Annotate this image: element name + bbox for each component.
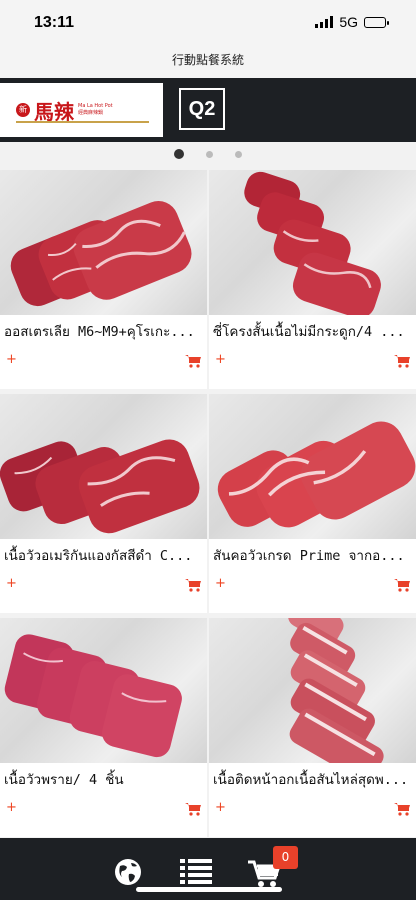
cart-count-badge: 0 — [273, 846, 298, 869]
product-image[interactable] — [209, 394, 416, 539]
product-name[interactable]: ออสเตรเลีย M6~M9+คุโรเกะ... — [4, 320, 203, 342]
carousel-dot[interactable] — [174, 149, 184, 159]
add-to-cart-icon[interactable] — [185, 353, 201, 372]
product-name[interactable]: เนื้อวัวพราย/ 4 ชิ้น — [4, 768, 203, 790]
add-to-cart-icon[interactable] — [185, 577, 201, 596]
product-image[interactable] — [0, 394, 207, 539]
product-image[interactable] — [209, 170, 416, 315]
status-bar: 13:11 5G — [0, 0, 416, 46]
carousel-dot[interactable] — [235, 150, 242, 158]
globe-icon[interactable] — [114, 858, 142, 890]
add-icon[interactable]: + — [215, 352, 226, 367]
product-name[interactable]: ซี่โครงสั้นเนื้อไม่มีกระดูก/4 ... — [213, 320, 412, 342]
product-image[interactable] — [209, 618, 416, 763]
app-title: 行動點餐系統 — [0, 46, 416, 78]
product-image[interactable] — [0, 170, 207, 315]
product-card[interactable]: เนื้อวัวอเมริกันแองกัสสีดำ C... + — [0, 394, 207, 613]
network-label: 5G — [339, 14, 358, 30]
menu-list-icon[interactable] — [180, 859, 212, 889]
add-to-cart-icon[interactable] — [394, 353, 410, 372]
product-card[interactable]: เนื้อติดหน้าอกเนื้อสันไหล่สุดพ... + — [209, 618, 416, 837]
product-image[interactable] — [0, 618, 207, 763]
add-to-cart-icon[interactable] — [394, 801, 410, 820]
add-to-cart-icon[interactable] — [185, 801, 201, 820]
product-name[interactable]: เนื้อวัวอเมริกันแองกัสสีดำ C... — [4, 544, 203, 566]
add-to-cart-icon[interactable] — [394, 577, 410, 596]
product-card[interactable]: สันคอวัวเกรด Prime จากอ... + — [209, 394, 416, 613]
product-name[interactable]: สันคอวัวเกรด Prime จากอ... — [213, 544, 412, 566]
restaurant-logo: 新 馬辣 Ma La Hot Pot 經典麻辣鍋 — [0, 83, 163, 137]
product-card[interactable]: ออสเตรเลีย M6~M9+คุโรเกะ... + — [0, 170, 207, 389]
add-icon[interactable]: + — [215, 800, 226, 815]
status-time: 13:11 — [34, 14, 75, 31]
carousel-dots[interactable] — [0, 142, 416, 166]
product-grid: ออสเตรเลีย M6~M9+คุโรเกะ... + ซี่โครงสั้… — [0, 170, 416, 837]
product-card[interactable]: ซี่โครงสั้นเนื้อไม่มีกระดูก/4 ... + — [209, 170, 416, 389]
add-icon[interactable]: + — [6, 800, 17, 815]
home-indicator — [136, 887, 282, 892]
add-icon[interactable]: + — [215, 576, 226, 591]
signal-icon — [315, 16, 334, 28]
add-icon[interactable]: + — [6, 576, 17, 591]
table-code: Q2 — [179, 88, 225, 130]
product-name[interactable]: เนื้อติดหน้าอกเนื้อสันไหล่สุดพ... — [213, 768, 412, 790]
add-icon[interactable]: + — [6, 352, 17, 367]
header-banner: 新 馬辣 Ma La Hot Pot 經典麻辣鍋 Q2 — [0, 78, 416, 142]
product-card[interactable]: เนื้อวัวพราย/ 4 ชิ้น + — [0, 618, 207, 837]
carousel-dot[interactable] — [206, 150, 213, 158]
battery-icon — [364, 16, 389, 28]
